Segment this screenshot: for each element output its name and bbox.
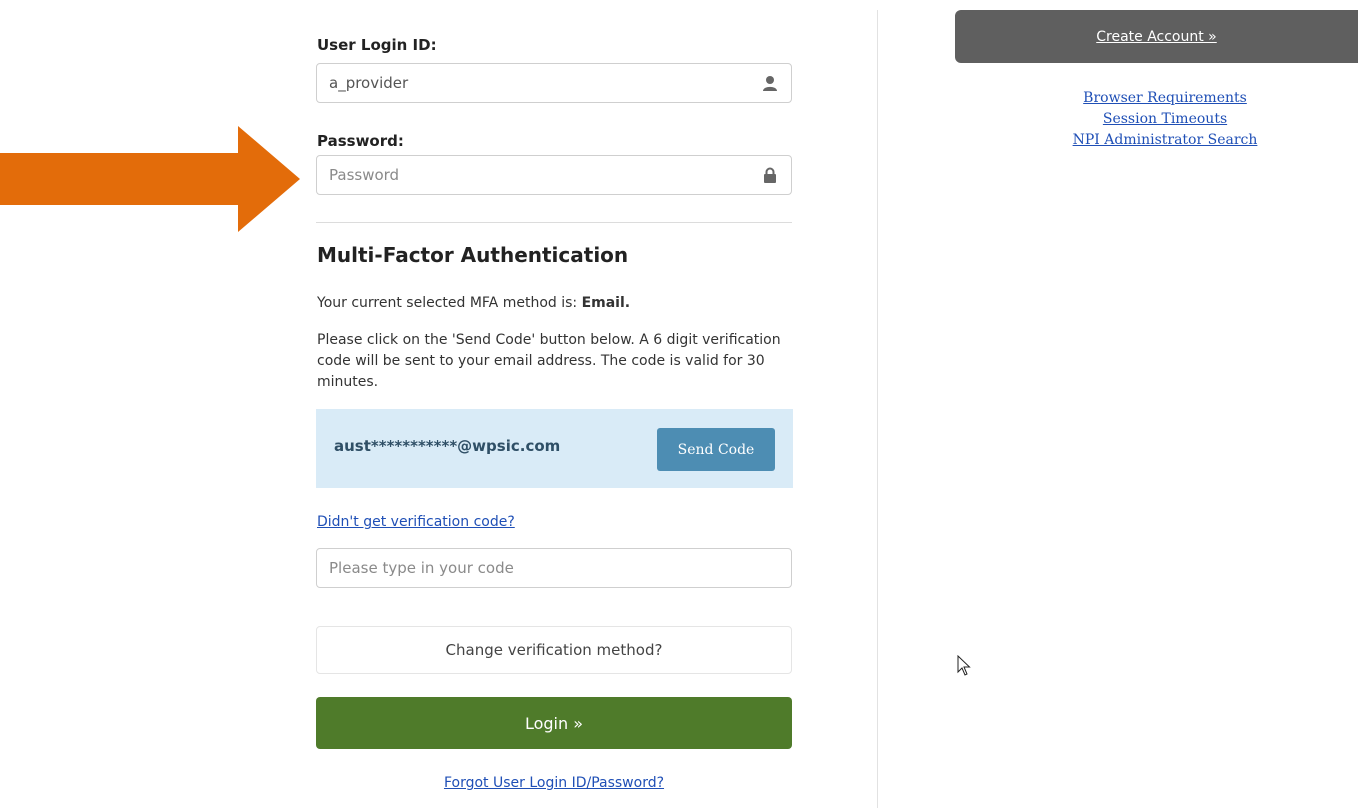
change-verification-method-button[interactable]: Change verification method? <box>316 626 792 674</box>
user-login-id-field[interactable]: a_provider <box>316 63 792 103</box>
npi-administrator-search-link[interactable]: NPI Administrator Search <box>1040 130 1290 151</box>
masked-email: aust***********@wpsic.com <box>334 437 561 455</box>
section-divider <box>316 222 792 223</box>
forgot-credentials-link[interactable]: Forgot User Login ID/Password? <box>316 775 792 791</box>
didnt-get-code-link[interactable]: Didn't get verification code? <box>317 514 515 530</box>
user-icon <box>761 74 779 92</box>
browser-requirements-link[interactable]: Browser Requirements <box>1040 88 1290 109</box>
password-placeholder: Password <box>329 166 400 184</box>
user-login-id-label: User Login ID: <box>317 36 437 54</box>
mouse-cursor-icon <box>957 655 971 676</box>
user-login-id-value: a_provider <box>329 74 409 92</box>
mfa-heading: Multi-Factor Authentication <box>317 243 629 267</box>
password-field[interactable]: Password <box>316 155 792 195</box>
mfa-method-prefix: Your current selected MFA method is: <box>317 295 582 311</box>
mfa-method-value: Email. <box>581 295 631 311</box>
verification-code-input[interactable]: Please type in your code <box>316 548 792 588</box>
help-links: Browser Requirements Session Timeouts NP… <box>1040 88 1290 151</box>
password-label: Password: <box>317 132 404 150</box>
mfa-email-box: aust***********@wpsic.com Send Code <box>316 409 793 488</box>
session-timeouts-link[interactable]: Session Timeouts <box>1040 109 1290 130</box>
arrow-right-icon <box>0 126 300 232</box>
create-account-button[interactable]: Create Account » <box>955 10 1358 63</box>
mfa-instructions: Please click on the 'Send Code' button b… <box>317 332 781 390</box>
send-code-button[interactable]: Send Code <box>657 428 775 471</box>
login-button[interactable]: Login » <box>316 697 792 749</box>
mfa-method-text: Your current selected MFA method is: Ema… <box>317 293 787 314</box>
verification-code-placeholder: Please type in your code <box>329 559 514 577</box>
column-divider <box>877 10 878 808</box>
lock-icon <box>761 166 779 184</box>
